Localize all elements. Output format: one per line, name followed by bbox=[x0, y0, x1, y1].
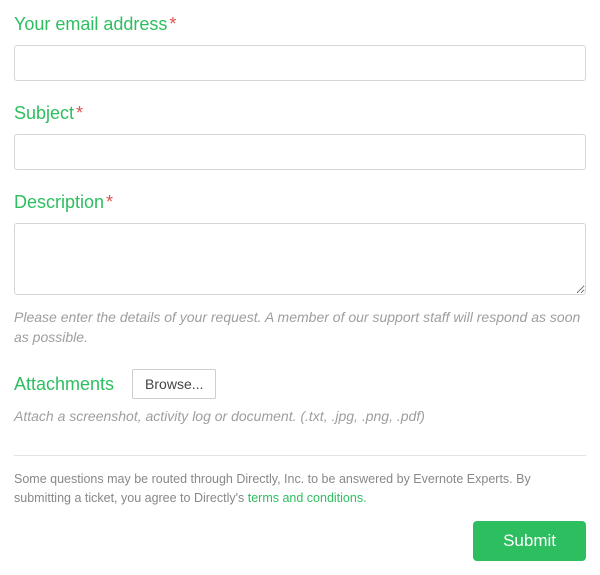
email-label: Your email address* bbox=[14, 14, 586, 35]
attachments-hint: Attach a screenshot, activity log or doc… bbox=[14, 407, 586, 427]
description-hint: Please enter the details of your request… bbox=[14, 308, 586, 347]
footer-note: Some questions may be routed through Dir… bbox=[14, 470, 586, 508]
divider bbox=[14, 455, 586, 456]
email-input[interactable] bbox=[14, 45, 586, 81]
email-field-group: Your email address* bbox=[14, 14, 586, 81]
attachments-label: Attachments bbox=[14, 374, 114, 395]
required-mark: * bbox=[76, 103, 83, 123]
browse-button[interactable]: Browse... bbox=[132, 369, 216, 399]
description-label: Description* bbox=[14, 192, 586, 213]
submit-row: Submit bbox=[14, 521, 586, 561]
submit-button[interactable]: Submit bbox=[473, 521, 586, 561]
subject-label-text: Subject bbox=[14, 103, 74, 123]
subject-input[interactable] bbox=[14, 134, 586, 170]
subject-label: Subject* bbox=[14, 103, 586, 124]
email-label-text: Your email address bbox=[14, 14, 167, 34]
required-mark: * bbox=[169, 14, 176, 34]
required-mark: * bbox=[106, 192, 113, 212]
description-field-group: Description* Please enter the details of… bbox=[14, 192, 586, 347]
attachments-field-group: Attachments Browse... Attach a screensho… bbox=[14, 369, 586, 427]
description-label-text: Description bbox=[14, 192, 104, 212]
attachments-row: Attachments Browse... bbox=[14, 369, 586, 399]
description-textarea[interactable] bbox=[14, 223, 586, 295]
terms-link[interactable]: terms and conditions. bbox=[248, 491, 367, 505]
subject-field-group: Subject* bbox=[14, 103, 586, 170]
